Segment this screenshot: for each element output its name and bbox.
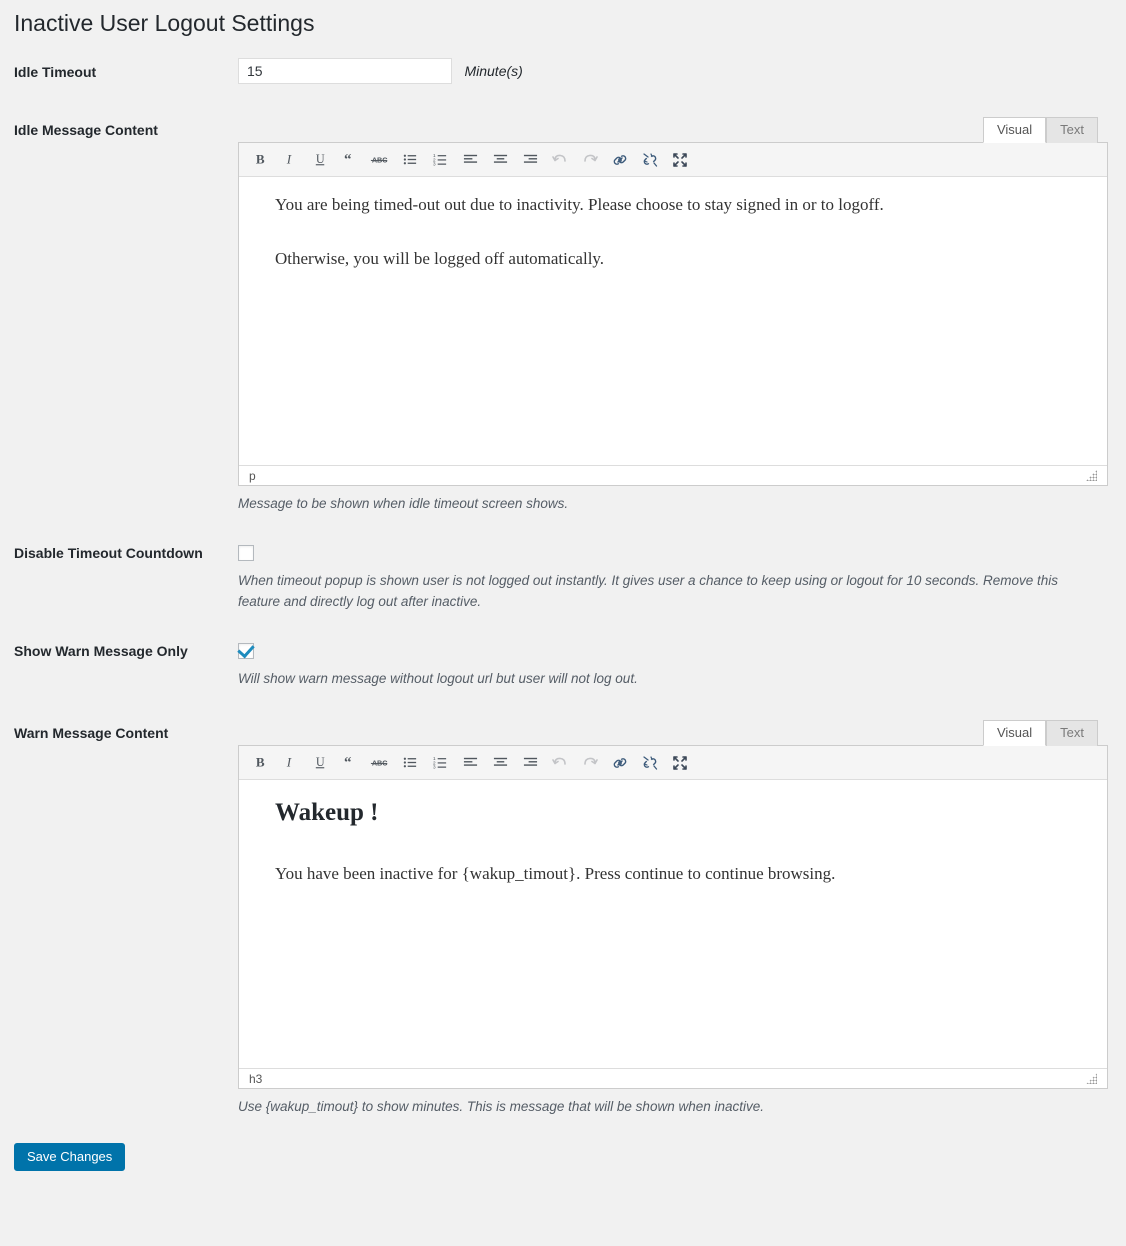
row-disable-countdown: Disable Timeout Countdown When timeout p… [0, 530, 1126, 628]
bulleted-list-icon[interactable] [395, 750, 425, 776]
bold-icon[interactable]: B [245, 750, 275, 776]
redo-icon[interactable] [575, 750, 605, 776]
field-warn-message: Visual Text B I U “ ABC 123 Wakeup ! You… [238, 704, 1126, 1133]
warn-message-heading: Wakeup ! [275, 799, 379, 827]
align-left-icon[interactable] [455, 147, 485, 173]
undo-icon[interactable] [545, 750, 575, 776]
field-show-warn-only: Will show warn message without logout ur… [238, 628, 1126, 705]
numbered-list-icon[interactable]: 123 [425, 750, 455, 776]
field-idle-timeout: Minute(s) [238, 43, 1126, 101]
align-center-icon[interactable] [485, 147, 515, 173]
idle-editor-path: p [249, 468, 256, 483]
warn-tab-text[interactable]: Text [1046, 720, 1098, 747]
undo-icon[interactable] [545, 147, 575, 173]
align-right-icon[interactable] [515, 750, 545, 776]
warn-message-paragraph-1: You have been inactive for {wakup_timout… [275, 864, 836, 884]
field-idle-message: Visual Text B I U “ ABC 123 You are bein… [238, 101, 1126, 530]
warn-editor-box: B I U “ ABC 123 Wakeup ! You have been i… [238, 745, 1108, 1090]
row-idle-timeout: Idle Timeout Minute(s) [0, 43, 1126, 101]
save-changes-button[interactable]: Save Changes [14, 1143, 126, 1172]
warn-editor-tabs: Visual Text [238, 719, 1108, 747]
settings-form-table: Idle Timeout Minute(s) Idle Message Cont… [0, 43, 1126, 1133]
warn-editor-toolbar: B I U “ ABC 123 [239, 746, 1107, 781]
idle-timeout-input[interactable] [238, 57, 452, 84]
disable-countdown-description: When timeout popup is shown user is not … [238, 572, 1058, 610]
show-warn-only-description: Will show warn message without logout ur… [238, 670, 638, 686]
svg-text:B: B [255, 755, 264, 770]
page-title: Inactive User Logout Settings [14, 10, 315, 36]
blockquote-icon[interactable]: “ [335, 750, 365, 776]
align-right-icon[interactable] [515, 147, 545, 173]
svg-text:“: “ [343, 756, 351, 771]
settings-page: Inactive User Logout Settings Idle Timeo… [0, 0, 1126, 1246]
unlink-icon[interactable] [635, 147, 665, 173]
row-idle-message: Idle Message Content Visual Text B I U “… [0, 101, 1126, 530]
underline-icon[interactable]: U [305, 750, 335, 776]
idle-message-paragraph-2: Otherwise, you will be logged off automa… [275, 249, 605, 269]
strikethrough-icon[interactable]: ABC [365, 147, 395, 173]
svg-text:U: U [315, 755, 324, 769]
svg-text:B: B [255, 152, 264, 167]
label-warn-message: Warn Message Content [14, 725, 169, 742]
warn-tab-visual[interactable]: Visual [982, 720, 1047, 747]
strikethrough-icon[interactable]: ABC [365, 750, 395, 776]
italic-icon[interactable]: I [275, 147, 305, 173]
underline-icon[interactable]: U [305, 147, 335, 173]
idle-message-description: Message to be shown when idle timeout sc… [238, 496, 569, 512]
idle-tab-text[interactable]: Text [1046, 117, 1098, 144]
idle-editor-tabs: Visual Text [238, 116, 1108, 144]
disable-countdown-checkbox[interactable] [238, 544, 254, 561]
label-idle-timeout: Idle Timeout [14, 63, 97, 80]
warn-editor-statusbar: h3 [239, 1068, 1107, 1089]
label-disable-countdown: Disable Timeout Countdown [14, 544, 203, 561]
svg-text:3: 3 [433, 765, 436, 770]
idle-timeout-unit: Minute(s) [464, 62, 523, 79]
warn-message-editor-body[interactable]: Wakeup ! You have been inactive for {wak… [239, 780, 1107, 1069]
label-show-warn-only: Show Warn Message Only [14, 642, 188, 659]
redo-icon[interactable] [575, 147, 605, 173]
label-idle-message: Idle Message Content [14, 122, 158, 139]
warn-message-description: Use {wakup_timout} to show minutes. This… [238, 1099, 765, 1115]
fullscreen-icon[interactable] [665, 147, 695, 173]
unlink-icon[interactable] [635, 750, 665, 776]
svg-text:I: I [285, 152, 291, 167]
row-warn-message: Warn Message Content Visual Text B I U “… [0, 704, 1126, 1133]
italic-icon[interactable]: I [275, 750, 305, 776]
bulleted-list-icon[interactable] [395, 147, 425, 173]
numbered-list-icon[interactable]: 123 [425, 147, 455, 173]
idle-message-paragraph-1: You are being timed-out out due to inact… [275, 195, 884, 215]
warn-message-editor: Visual Text B I U “ ABC 123 Wakeup ! You… [238, 719, 1108, 1118]
svg-text:“: “ [343, 152, 351, 167]
align-center-icon[interactable] [485, 750, 515, 776]
warn-editor-path: h3 [249, 1071, 263, 1086]
submit-row: Save Changes [0, 1133, 1126, 1172]
align-left-icon[interactable] [455, 750, 485, 776]
row-show-warn-only: Show Warn Message Only Will show warn me… [0, 628, 1126, 705]
idle-editor-box: B I U “ ABC 123 You are being timed-out … [238, 142, 1108, 487]
svg-text:3: 3 [433, 162, 436, 167]
svg-text:I: I [285, 755, 291, 770]
blockquote-icon[interactable]: “ [335, 147, 365, 173]
resize-grip-icon[interactable] [1086, 1073, 1097, 1085]
field-disable-countdown: When timeout popup is shown user is not … [238, 530, 1126, 628]
resize-grip-icon[interactable] [1086, 470, 1097, 482]
idle-editor-statusbar: p [239, 465, 1107, 486]
link-icon[interactable] [605, 750, 635, 776]
idle-message-editor: Visual Text B I U “ ABC 123 You are bein… [238, 116, 1108, 515]
link-icon[interactable] [605, 147, 635, 173]
idle-tab-visual[interactable]: Visual [982, 117, 1047, 144]
idle-message-editor-body[interactable]: You are being timed-out out due to inact… [239, 177, 1107, 466]
idle-editor-toolbar: B I U “ ABC 123 [239, 143, 1107, 178]
svg-text:U: U [315, 152, 324, 166]
fullscreen-icon[interactable] [665, 750, 695, 776]
show-warn-only-checkbox[interactable] [238, 642, 254, 659]
bold-icon[interactable]: B [245, 147, 275, 173]
